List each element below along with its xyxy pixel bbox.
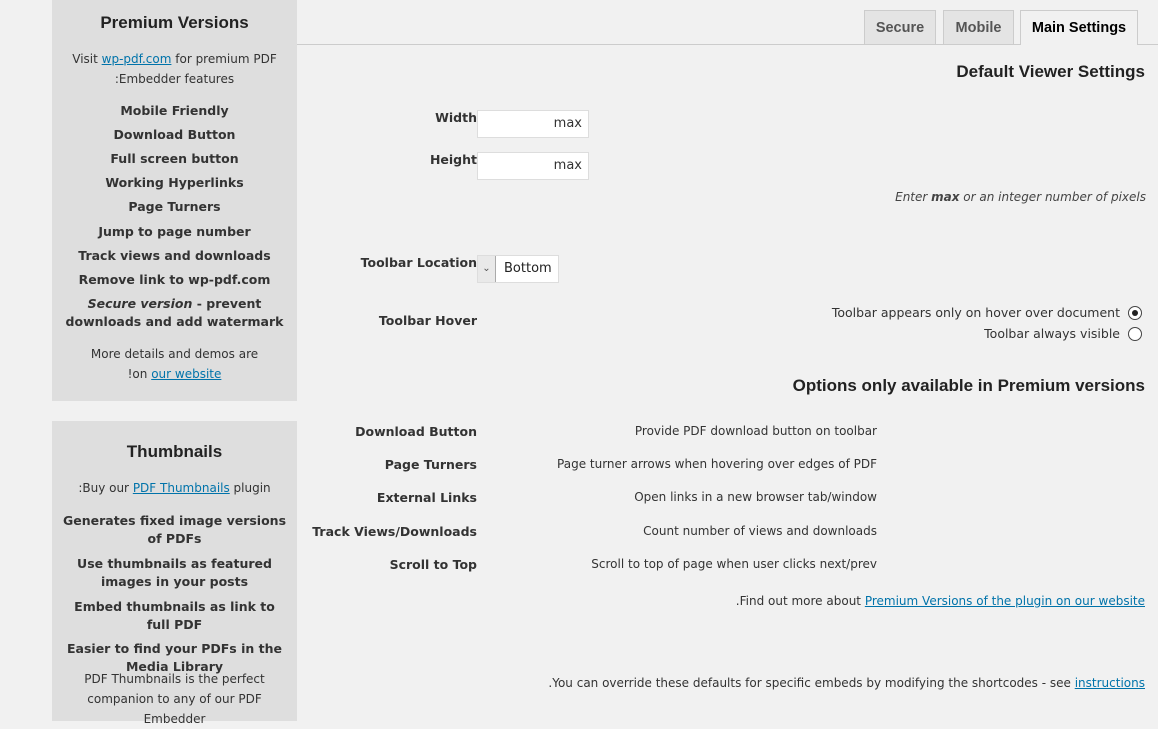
feature-item: Working Hyperlinks	[105, 175, 244, 190]
always-visible-radio[interactable]	[1128, 326, 1142, 341]
premium-versions-link[interactable]: Premium Versions of the plugin on our we…	[865, 594, 1145, 608]
height-label: Height	[429, 152, 477, 167]
premium-option-desc: Provide PDF download button on toolbar	[634, 424, 877, 438]
premium-features-list: Mobile Friendly Download Button Full scr…	[62, 102, 287, 331]
feature-item: Jump to page number	[98, 224, 251, 239]
premium-options-title: Options only available in Premium versio…	[792, 376, 1145, 395]
thumbnails-intro-suffix: plugin	[229, 481, 271, 495]
premium-outro: More details and demos are !on our websi…	[66, 344, 283, 384]
dimension-hint: Enter max or an integer number of pixels	[895, 190, 1146, 204]
findout-prefix: .Find out more about	[735, 594, 865, 608]
feature-item: Embed thumbnails as link to full PDF	[74, 599, 275, 632]
tab-secure[interactable]: Secure	[864, 10, 936, 44]
secure-version-rest: - prevent	[192, 296, 262, 311]
premium-option-label: Scroll to Top	[389, 557, 477, 572]
pdf-thumbnails-link[interactable]: PDF Thumbnails	[133, 481, 230, 495]
premium-option-label: Page Turners	[384, 457, 477, 472]
hover-option-label: Toolbar always visible	[984, 326, 1120, 341]
chevron-down-icon[interactable]: ⌄	[478, 256, 496, 282]
thumbnails-intro: :Buy our PDF Thumbnails plugin	[66, 478, 283, 498]
hover-option-row[interactable]: Toolbar appears only on hover over docum…	[832, 304, 1142, 320]
premium-option-desc: Scroll to top of page when user clicks n…	[591, 557, 877, 571]
feature-item: Mobile Friendly	[120, 103, 229, 118]
toolbar-location-label: Toolbar Location	[360, 255, 477, 270]
height-input[interactable]: max	[477, 152, 589, 180]
premium-versions-box: Premium Versions Visit wp-pdf.com for pr…	[52, 0, 297, 401]
width-input[interactable]: max	[477, 110, 589, 138]
premium-intro-line2: :Embedder features	[114, 72, 235, 86]
premium-option-desc: Count number of views and downloads	[643, 524, 877, 538]
default-viewer-settings-title: Default Viewer Settings	[956, 62, 1145, 81]
premium-intro-prefix: Visit	[72, 52, 102, 66]
premium-option-label: External Links	[376, 490, 477, 505]
feature-item: Page Turners	[128, 199, 221, 214]
thumbnails-intro-prefix: :Buy our	[78, 481, 133, 495]
thumbnails-outro: PDF Thumbnails is the perfect companion …	[66, 669, 283, 729]
thumbnails-outro-line1: PDF Thumbnails is the perfect	[84, 672, 265, 686]
feature-item: Track views and downloads	[78, 248, 271, 263]
hint-suffix: or an integer number of pixels	[959, 190, 1146, 204]
our-website-link[interactable]: our website	[151, 367, 221, 381]
hint-prefix: Enter	[895, 190, 932, 204]
find-out-more-text: .Find out more about Premium Versions of…	[736, 594, 1145, 608]
hint-bold: max	[931, 190, 960, 204]
feature-item: Full screen button	[110, 151, 239, 166]
thumbnails-title: Thumbnails	[126, 442, 223, 461]
width-label: Width	[435, 110, 477, 125]
feature-item: Use thumbnails as featured images in you…	[77, 556, 272, 589]
premium-outro-line1: More details and demos are	[90, 347, 259, 361]
toolbar-hover-label: Toolbar Hover	[378, 313, 477, 328]
premium-option-label: Download Button	[355, 424, 477, 439]
tab-main-settings[interactable]: Main Settings	[1020, 10, 1138, 45]
hover-option-label: Toolbar appears only on hover over docum…	[831, 305, 1120, 320]
feature-item: Download Button	[113, 127, 236, 142]
premium-outro-prefix: !on	[127, 367, 152, 381]
premium-intro-suffix: for premium PDF	[171, 52, 277, 66]
feature-item: Generates fixed image versions of PDFs	[62, 513, 287, 546]
premium-intro: Visit wp-pdf.com for premium PDF :Embedd…	[66, 49, 283, 89]
hover-option-row[interactable]: Toolbar always visible	[984, 325, 1142, 341]
feature-item-secure: Secure version - prevent downloads and ad…	[62, 295, 287, 331]
instructions-link[interactable]: instructions	[1075, 676, 1145, 690]
thumbnails-features-list: Generates fixed image versions of PDFs U…	[62, 512, 287, 676]
tab-mobile[interactable]: Mobile	[943, 10, 1014, 44]
premium-versions-title: Premium Versions	[100, 13, 249, 32]
override-prefix: .You can override these defaults for spe…	[548, 676, 1075, 690]
premium-option-label: Track Views/Downloads	[312, 524, 477, 539]
thumbnails-outro-line2: companion to any of our PDF Embedder	[87, 692, 262, 726]
premium-option-desc: Page turner arrows when hovering over ed…	[557, 457, 877, 471]
hover-only-radio[interactable]	[1128, 305, 1142, 320]
feature-item: Remove link to wp-pdf.com	[78, 272, 271, 287]
thumbnails-box: Thumbnails :Buy our PDF Thumbnails plugi…	[52, 421, 297, 726]
toolbar-location-select[interactable]: ⌄ Bottom	[477, 255, 559, 283]
secure-version-line2: downloads and add watermark	[65, 314, 284, 329]
premium-option-desc: Open links in a new browser tab/window	[634, 490, 877, 504]
secure-version-em: Secure version	[87, 296, 193, 311]
override-defaults-text: .You can override these defaults for spe…	[548, 676, 1145, 690]
wp-pdf-link[interactable]: wp-pdf.com	[102, 52, 172, 66]
toolbar-location-value: Bottom	[504, 261, 552, 276]
